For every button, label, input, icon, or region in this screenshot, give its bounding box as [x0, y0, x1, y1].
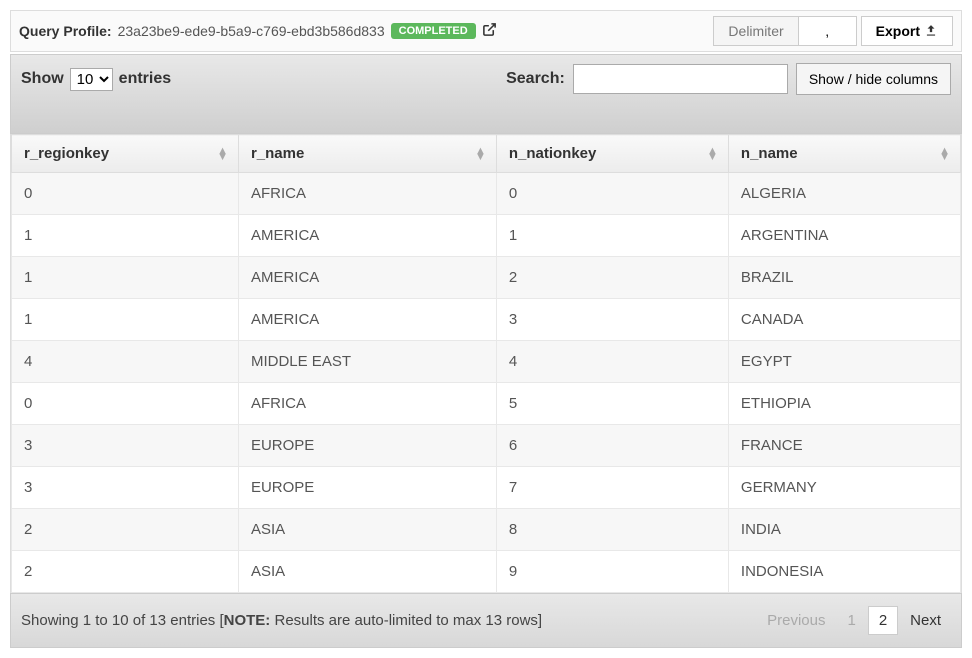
table-cell: AMERICA [238, 257, 496, 299]
table-cell: 7 [496, 467, 728, 509]
table-cell: 4 [12, 341, 239, 383]
table-cell: 3 [12, 467, 239, 509]
delimiter-label: Delimiter [713, 16, 798, 46]
export-button[interactable]: Export [861, 16, 953, 46]
col-label: r_name [251, 145, 304, 162]
table-cell: 2 [12, 551, 239, 593]
table-cell: MIDDLE EAST [238, 341, 496, 383]
page-2-button[interactable]: 2 [868, 606, 898, 635]
delimiter-input[interactable] [799, 16, 857, 46]
external-link-icon[interactable] [482, 22, 497, 41]
controls-bar: Show 10 entries Search: Show / hide colu… [10, 54, 962, 134]
table-cell: 4 [496, 341, 728, 383]
header-bar: Query Profile: 23a23be9-ede9-b5a9-c769-e… [10, 10, 962, 52]
table-cell: 3 [12, 425, 239, 467]
results-table: r_regionkey ▲▼ r_name ▲▼ n_nationkey ▲▼ n_n… [11, 134, 961, 593]
table-cell: 8 [496, 509, 728, 551]
header-left: Query Profile: 23a23be9-ede9-b5a9-c769-e… [19, 22, 497, 41]
table-cell: CANADA [728, 299, 960, 341]
table-cell: ASIA [238, 551, 496, 593]
table-cell: 0 [12, 173, 239, 215]
table-cell: 1 [12, 215, 239, 257]
sort-icon: ▲▼ [707, 148, 718, 160]
table-row: 0AFRICA5ETHIOPIA [12, 383, 961, 425]
previous-button[interactable]: Previous [757, 607, 835, 634]
footer-bar: Showing 1 to 10 of 13 entries [NOTE: Res… [10, 593, 962, 648]
table-cell: 1 [12, 257, 239, 299]
table-cell: ALGERIA [728, 173, 960, 215]
table-cell: 1 [12, 299, 239, 341]
footer-info: Showing 1 to 10 of 13 entries [NOTE: Res… [21, 612, 542, 629]
pagination: Previous 1 2 Next [757, 606, 951, 635]
table-cell: EUROPE [238, 425, 496, 467]
col-n-name[interactable]: n_name ▲▼ [728, 135, 960, 173]
table-cell: INDIA [728, 509, 960, 551]
header-right: Delimiter Export [713, 16, 953, 46]
table-cell: EUROPE [238, 467, 496, 509]
table-row: 3EUROPE6FRANCE [12, 425, 961, 467]
table-cell: AFRICA [238, 173, 496, 215]
info-prefix: Showing 1 to 10 of 13 entries [ [21, 612, 224, 629]
entries-select[interactable]: 10 [70, 68, 113, 91]
page-1-button[interactable]: 1 [837, 607, 865, 634]
info-note-label: NOTE: [224, 612, 271, 629]
entries-label: entries [119, 70, 171, 88]
table-row: 4MIDDLE EAST4EGYPT [12, 341, 961, 383]
table-cell: ARGENTINA [728, 215, 960, 257]
show-label: Show [21, 70, 64, 88]
search-input[interactable] [573, 64, 788, 94]
search-label: Search: [506, 70, 565, 88]
table-cell: 6 [496, 425, 728, 467]
table-row: 1AMERICA3CANADA [12, 299, 961, 341]
col-label: r_regionkey [24, 145, 109, 162]
table-cell: GERMANY [728, 467, 960, 509]
col-r-name[interactable]: r_name ▲▼ [238, 135, 496, 173]
table-row: 1AMERICA2BRAZIL [12, 257, 961, 299]
show-hide-columns-button[interactable]: Show / hide columns [796, 63, 951, 95]
show-entries: Show 10 entries [21, 68, 171, 91]
table-row: 0AFRICA0ALGERIA [12, 173, 961, 215]
table-cell: AFRICA [238, 383, 496, 425]
table-row: 1AMERICA1ARGENTINA [12, 215, 961, 257]
query-profile-id: 23a23be9-ede9-b5a9-c769-ebd3b586d833 [118, 23, 385, 39]
table-cell: AMERICA [238, 215, 496, 257]
col-label: n_nationkey [509, 145, 597, 162]
query-profile-label: Query Profile: [19, 23, 112, 39]
col-n-nationkey[interactable]: n_nationkey ▲▼ [496, 135, 728, 173]
table-cell: 0 [496, 173, 728, 215]
table-cell: 2 [496, 257, 728, 299]
col-r-regionkey[interactable]: r_regionkey ▲▼ [12, 135, 239, 173]
table-cell: BRAZIL [728, 257, 960, 299]
col-label: n_name [741, 145, 798, 162]
table-cell: 5 [496, 383, 728, 425]
sort-icon: ▲▼ [475, 148, 486, 160]
table-row: 2ASIA8INDIA [12, 509, 961, 551]
results-table-wrap: r_regionkey ▲▼ r_name ▲▼ n_nationkey ▲▼ n_n… [10, 134, 962, 593]
table-cell: 3 [496, 299, 728, 341]
sort-icon: ▲▼ [217, 148, 228, 160]
next-button[interactable]: Next [900, 607, 951, 634]
table-cell: 9 [496, 551, 728, 593]
sort-icon: ▲▼ [939, 148, 950, 160]
export-icon [924, 24, 938, 38]
table-cell: 1 [496, 215, 728, 257]
table-cell: ASIA [238, 509, 496, 551]
info-note-text: Results are auto-limited to max 13 rows] [270, 612, 542, 629]
table-row: 2ASIA9INDONESIA [12, 551, 961, 593]
table-body: 0AFRICA0ALGERIA1AMERICA1ARGENTINA1AMERIC… [12, 173, 961, 593]
table-row: 3EUROPE7GERMANY [12, 467, 961, 509]
table-cell: AMERICA [238, 299, 496, 341]
table-cell: FRANCE [728, 425, 960, 467]
table-cell: INDONESIA [728, 551, 960, 593]
table-cell: EGYPT [728, 341, 960, 383]
table-cell: 2 [12, 509, 239, 551]
table-cell: 0 [12, 383, 239, 425]
search-group: Search: Show / hide columns [506, 63, 951, 95]
export-label: Export [876, 23, 920, 39]
table-cell: ETHIOPIA [728, 383, 960, 425]
table-header-row: r_regionkey ▲▼ r_name ▲▼ n_nationkey ▲▼ n_n… [12, 135, 961, 173]
status-badge: COMPLETED [391, 23, 476, 39]
